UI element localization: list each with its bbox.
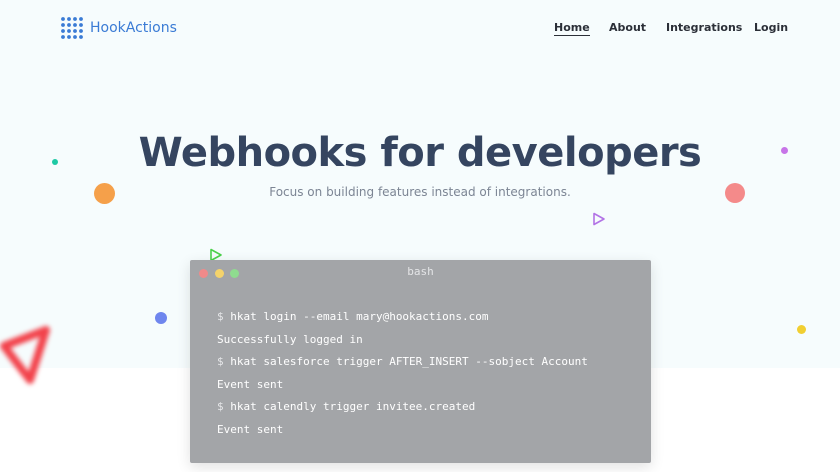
terminal-window: bash $ hkat login --email mary@hookactio… bbox=[190, 260, 651, 463]
decorative-triangle-outline-red-icon bbox=[0, 326, 50, 384]
terminal-command: hkat calendly trigger invitee.created bbox=[230, 400, 476, 413]
terminal-line: Event sent bbox=[217, 423, 588, 446]
nav-links: Home About Integrations Login bbox=[0, 21, 840, 37]
terminal-prompt: $ bbox=[217, 310, 224, 323]
decorative-dot-blue bbox=[155, 312, 167, 324]
nav-integrations-link[interactable]: Integrations bbox=[666, 21, 742, 34]
top-navigation: HookActions Home About Integrations Logi… bbox=[0, 0, 840, 56]
terminal-prompt: $ bbox=[217, 400, 224, 413]
terminal-output-text: Event sent bbox=[217, 422, 284, 436]
terminal-command: hkat login --email mary@hookactions.com bbox=[230, 310, 489, 323]
nav-login-link[interactable]: Login bbox=[754, 21, 788, 34]
terminal-line: $ hkat login --email mary@hookactions.co… bbox=[217, 310, 588, 333]
terminal-line: Event sent bbox=[217, 378, 588, 401]
terminal-title: bash bbox=[407, 265, 434, 278]
page-title: Webhooks for developers bbox=[138, 130, 702, 176]
terminal-output-text: Successfully logged in bbox=[217, 332, 363, 346]
terminal-command: hkat salesforce trigger AFTER_INSERT --s… bbox=[230, 355, 588, 368]
terminal-line: Successfully logged in bbox=[217, 333, 588, 356]
decorative-dot-yellow bbox=[797, 325, 806, 334]
nav-about-link[interactable]: About bbox=[609, 21, 646, 34]
terminal-output-text: Event sent bbox=[217, 377, 284, 391]
terminal-prompt: $ bbox=[217, 355, 224, 368]
page-subtitle: Focus on building features instead of in… bbox=[269, 185, 571, 199]
decorative-triangle-outline-purple-icon bbox=[593, 212, 605, 226]
terminal-output: $ hkat login --email mary@hookactions.co… bbox=[217, 310, 588, 445]
terminal-line: $ hkat calendly trigger invitee.created bbox=[217, 400, 588, 423]
terminal-line: $ hkat salesforce trigger AFTER_INSERT -… bbox=[217, 355, 588, 378]
nav-home-link[interactable]: Home bbox=[554, 21, 590, 36]
